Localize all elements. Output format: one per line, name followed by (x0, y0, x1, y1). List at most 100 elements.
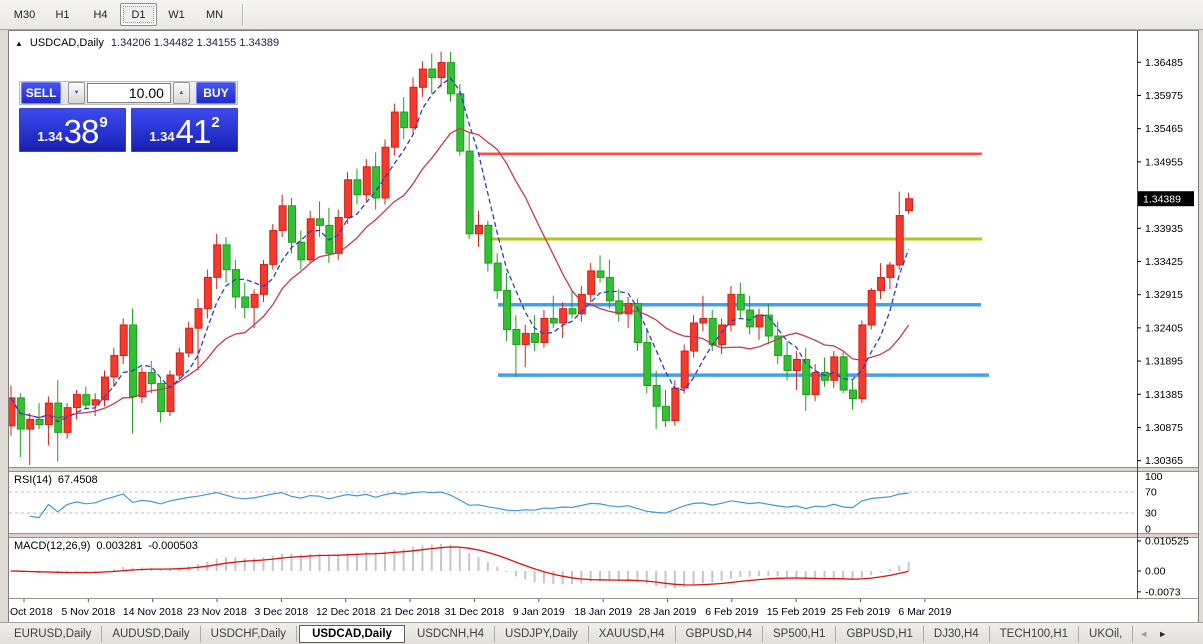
candle (559, 308, 568, 324)
chevron-down-icon: ▼ (73, 90, 80, 96)
candle (241, 296, 250, 308)
chart-symbol-label: USDCAD,Daily (29, 37, 104, 49)
macd-panel-label: MACD(12,26,9) 0.003281 -0.000503 (14, 540, 198, 552)
date-axis-label: 31 Dec 2018 (445, 606, 505, 618)
candle (400, 111, 409, 129)
candle (269, 230, 278, 265)
candle (652, 384, 661, 407)
candle (344, 179, 353, 219)
candle (746, 309, 755, 328)
price-axis-label: 1.33425 (1145, 256, 1183, 268)
date-axis-label: 25 Feb 2019 (831, 606, 890, 618)
candle (119, 324, 128, 357)
candle (362, 166, 371, 196)
tab-usdchf-daily[interactable]: USDCHF,Daily (201, 625, 298, 642)
one-click-trade-panel: SELL ▼ ▲ BUY 1.34 38 9 1.34 41 2 (19, 81, 238, 152)
candle (802, 358, 811, 396)
candle (662, 405, 670, 422)
candle (671, 387, 680, 422)
tab-usdcad-daily[interactable]: USDCAD,Daily (299, 624, 405, 643)
macd-axis-label: 0.010525 (1145, 535, 1189, 547)
candle (531, 332, 540, 344)
candle (259, 263, 268, 295)
candle (820, 371, 829, 381)
candle (465, 150, 474, 235)
rsi-axis-label: 0 (1145, 523, 1151, 535)
candle (129, 324, 138, 398)
tab-tech100-h1[interactable]: TECH100,H1 (990, 625, 1080, 642)
tab-eurusd-daily[interactable]: EURUSD,Daily (4, 625, 103, 642)
chart-ohlc-values: 1.34206 1.34482 1.34155 1.34389 (110, 37, 280, 49)
date-axis-label: 12 Dec 2018 (316, 606, 376, 618)
candle (783, 355, 792, 372)
date-axis-label: 21 Dec 2018 (380, 606, 440, 618)
volume-input[interactable] (86, 83, 171, 103)
candle (428, 68, 437, 79)
buy-quote-panel[interactable]: 1.34 41 2 (131, 108, 238, 152)
tab-gbpusd-h1[interactable]: GBPUSD,H1 (836, 625, 924, 642)
volume-decrease-button[interactable]: ▼ (67, 82, 85, 104)
candle (568, 308, 577, 315)
left-arrow-icon: ◄ (1139, 628, 1149, 639)
candle (895, 215, 904, 266)
candle (680, 350, 689, 389)
price-axis-label: 1.36485 (1145, 57, 1183, 69)
candle (549, 317, 558, 324)
candle (811, 371, 820, 396)
horizontal-level-lines (478, 152, 989, 377)
collapse-chart-icon[interactable]: ▲ (15, 39, 23, 48)
sell-quote-panel[interactable]: 1.34 38 9 (19, 108, 126, 152)
candle (316, 218, 325, 226)
candle (157, 383, 166, 413)
price-axis-label: 1.32915 (1145, 289, 1183, 301)
candle (512, 329, 521, 345)
toolbar-separator (242, 3, 243, 26)
right-arrow-icon: ► (1158, 628, 1168, 639)
tab-xauusd-h4[interactable]: XAUUSD,H4 (589, 625, 676, 642)
candle (708, 317, 717, 345)
tab-scroll-left-button[interactable]: ◄ (1135, 629, 1152, 639)
timeframe-button-h1[interactable]: H1 (44, 3, 81, 26)
timeframe-button-d1[interactable]: D1 (120, 3, 157, 26)
buy-big-figure: 1.34 (149, 129, 175, 144)
candle (792, 358, 801, 372)
candle (390, 111, 399, 148)
candle (849, 389, 857, 400)
tab-sp500-h1[interactable]: SP500,H1 (763, 625, 837, 642)
tab-ukoil[interactable]: UKOil, (1079, 625, 1134, 642)
candle (166, 374, 175, 413)
tab-audusd-daily[interactable]: AUDUSD,Daily (102, 625, 201, 642)
chevron-up-icon: ▲ (178, 90, 185, 96)
volume-increase-button[interactable]: ▲ (172, 82, 190, 104)
tab-usdcnh-h4[interactable]: USDCNH,H4 (407, 625, 496, 642)
tab-gbpusd-h4[interactable]: GBPUSD,H4 (676, 625, 763, 642)
price-axis-label: 1.32405 (1145, 322, 1183, 334)
candle (250, 293, 259, 308)
candle (493, 262, 502, 291)
price-axis-label: 1.31385 (1145, 389, 1183, 401)
timeframe-button-h4[interactable]: H4 (82, 3, 119, 26)
timeframe-button-m30[interactable]: M30 (6, 3, 43, 26)
timeframe-button-mn[interactable]: MN (196, 3, 233, 26)
candle (886, 264, 895, 278)
date-axis-label: 6 Feb 2019 (705, 606, 758, 618)
timeframe-button-w1[interactable]: W1 (158, 3, 195, 26)
candle (624, 302, 633, 315)
tab-usdjpy-daily[interactable]: USDJPY,Daily (495, 625, 589, 642)
tab-scroll-right-button[interactable]: ► (1154, 629, 1171, 639)
date-axis-label: 3 Dec 2018 (255, 606, 309, 618)
tab-dj30-h4[interactable]: DJ30,H4 (924, 625, 990, 642)
price-axis-label: 1.35465 (1145, 123, 1183, 135)
chart-window: 1.36485 1.35975 1.35465 1.34955 1.33935 1.334… (8, 30, 1199, 624)
buy-button[interactable]: BUY (195, 82, 237, 104)
candle (755, 314, 764, 328)
rsi-indicator-value: 67.4508 (57, 474, 98, 486)
candle (72, 394, 81, 409)
date-axis-label: 28 Jan 2019 (639, 606, 697, 618)
candle (353, 179, 362, 196)
candle (409, 86, 418, 129)
candle (306, 218, 315, 261)
sell-button[interactable]: SELL (21, 82, 62, 104)
candle (736, 293, 745, 311)
candle (175, 352, 184, 376)
